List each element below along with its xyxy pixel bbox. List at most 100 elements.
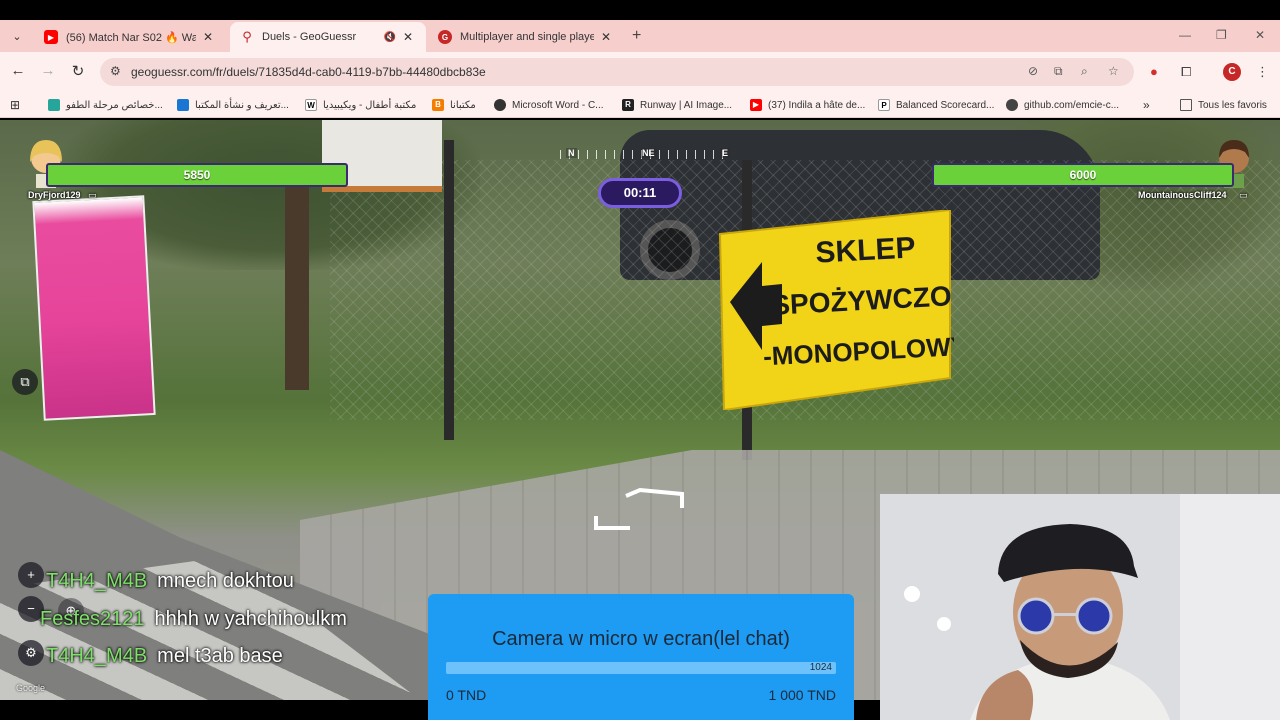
goal-progress-fill (446, 662, 836, 674)
tab-youtube[interactable]: ▶ (56) Match Nar S02 🔥 Walid E ✕ (34, 22, 226, 52)
bookmark-label: (37) Indila a hâte de... (768, 99, 866, 111)
install-app-icon[interactable]: ⧉ (1054, 64, 1063, 79)
back-arrow-icon[interactable]: ← (8, 62, 28, 82)
youtube-icon: ▶ (750, 99, 762, 111)
player-right-health-bar: 6000 (932, 163, 1234, 187)
runway-icon: R (622, 99, 634, 111)
chat-username: Fesfes2121 (40, 607, 145, 630)
goal-min-label: 0 TND (446, 687, 487, 703)
bookmark-item[interactable]: تعريف و نشأة المكتبا... (177, 97, 289, 113)
zoom-icon[interactable]: ⌕ (1081, 64, 1088, 79)
us-flag-icon: ▭ (88, 190, 97, 200)
doc-icon (177, 99, 189, 111)
chat-text: mnech dokhtou (157, 569, 294, 592)
chat-text: mel t3ab base (157, 644, 283, 667)
globe-icon (494, 99, 506, 111)
site-logo-icon: G (438, 30, 452, 44)
chat-message: Fesfes2121 hhhh w yahchihoulkm (40, 604, 347, 634)
bookmark-item[interactable]: ▶ (37) Indila a hâte de... (750, 97, 865, 113)
bookmark-star-icon[interactable]: ☆ (1108, 64, 1119, 78)
menu-kebab-icon[interactable]: ⋮ (1256, 64, 1269, 80)
address-bar-row: ← → ↻ ⚙ geoguessr.com/fr/duels/71835d4d-… (0, 52, 1280, 92)
bookmark-item[interactable]: Microsoft Word - C... (494, 97, 604, 113)
chat-username: T4H4_M4B (46, 569, 148, 592)
camera-blocked-icon[interactable]: ⊘ (1028, 64, 1038, 78)
close-icon[interactable]: ✕ (400, 30, 416, 44)
bookmark-item[interactable]: W مكتبة أطفال - ويكيبيديا (305, 97, 416, 113)
p-icon: P (878, 99, 890, 111)
forward-arrow-icon[interactable]: → (38, 62, 58, 82)
extensions-puzzle-icon[interactable]: ⧠ (1181, 64, 1191, 80)
tree-trunk (285, 180, 309, 390)
minimize-icon[interactable]: — (1179, 28, 1191, 42)
player-right-name: MountainousCliff124 (1138, 190, 1227, 200)
bookmark-item[interactable]: github.com/emcie-c... (1006, 97, 1119, 113)
sign-line-1: SKLEP (815, 231, 917, 269)
circus-poster (32, 195, 156, 421)
us-flag-icon: ▭ (1239, 190, 1248, 200)
url-text[interactable]: geoguessr.com/fr/duels/71835d4d-cab0-411… (131, 65, 486, 79)
tab-search-chevron-icon[interactable]: ⌄ (7, 26, 27, 46)
more-bookmarks-chevron-icon[interactable]: » (1143, 97, 1150, 113)
fence-post (444, 140, 454, 440)
site-info-icon[interactable]: ⚙ (110, 64, 121, 78)
bookmark-label: Microsoft Word - C... (512, 99, 604, 111)
tab-title: (56) Match Nar S02 🔥 Walid E (66, 31, 196, 44)
compass-northeast: NE (640, 148, 657, 158)
omnibox[interactable]: ⚙ geoguessr.com/fr/duels/71835d4d-cab0-4… (100, 58, 1134, 86)
opera-extension-icon[interactable]: ● (1150, 64, 1158, 79)
chat-username: T4H4_M4B (46, 644, 148, 667)
tab-multiplayer[interactable]: G Multiplayer and single player c ✕ (428, 22, 624, 52)
mute-icon[interactable]: 🔇 (384, 32, 396, 43)
player-left-name: DryFjord129 (28, 190, 81, 200)
github-icon (1006, 99, 1018, 111)
bookmark-label: مكتبانا (450, 99, 476, 111)
restore-icon[interactable]: ❐ (1216, 28, 1227, 42)
bookmark-item[interactable]: P Balanced Scorecard... (878, 97, 994, 113)
blogger-icon: B (432, 99, 444, 111)
bookmark-item[interactable]: R Runway | AI Image... (622, 97, 732, 113)
shop-sign-banner: SKLEP SPOŻYWCZO -MONOPOLOWY (718, 210, 954, 410)
tab-title: Duels - GeoGuessr (262, 31, 357, 43)
google-logo: Google (16, 683, 46, 693)
goal-current-amount: 1024 (809, 662, 832, 673)
youtube-icon: ▶ (44, 30, 58, 44)
compass-north: N (566, 148, 577, 158)
zoom-in-icon[interactable]: + (18, 562, 44, 588)
bookmark-label: Runway | AI Image... (640, 99, 733, 111)
move-arrow-icon[interactable] (590, 488, 690, 532)
location-pin-icon: ⚲ (242, 29, 252, 44)
tab-strip: ⌄ ▶ (56) Match Nar S02 🔥 Walid E ✕ ⚲ Due… (0, 20, 1280, 52)
close-icon[interactable]: ✕ (200, 30, 216, 44)
top-black-strip (0, 0, 1280, 20)
new-tab-plus-icon[interactable]: + (632, 27, 641, 45)
apps-grid-icon[interactable]: ⊞ (10, 97, 20, 113)
webcam-overlay (880, 494, 1280, 720)
donation-goal-widget: Camera w micro w ecran(lel chat) 1024 0 … (428, 594, 854, 720)
tab-geoguessr[interactable]: ⚲ Duels - GeoGuessr 🔇 ✕ (230, 22, 426, 52)
bookmark-item[interactable]: خصائص مرحلة الطفو... (48, 97, 163, 113)
chat-message: T4H4_M4B mnech dokhtou (46, 566, 294, 596)
bookmark-label: تعريف و نشأة المكتبا... (195, 99, 289, 111)
webcam-person-image (880, 494, 1280, 720)
profile-avatar[interactable]: C (1223, 63, 1241, 81)
folder-icon (1180, 99, 1192, 111)
tab-title: Multiplayer and single player c (460, 31, 594, 43)
close-window-icon[interactable]: ✕ (1255, 28, 1265, 42)
bookmarks-bar: ⊞ خصائص مرحلة الطفو... تعريف و نشأة المك… (0, 92, 1280, 118)
compass-strip: N NE E (560, 146, 731, 162)
bookmark-label: مكتبة أطفال - ويكيبيديا (323, 99, 417, 111)
goal-progress-track: 1024 (446, 662, 836, 674)
settings-gear-icon[interactable]: ⚙ (18, 640, 44, 666)
close-icon[interactable]: ✕ (598, 30, 614, 44)
goal-title: Camera w micro w ecran(lel chat) (492, 628, 790, 650)
chat-text: hhhh w yahchihoulkm (154, 607, 347, 630)
all-bookmarks-label: Tous les favoris (1198, 99, 1267, 111)
goal-max-label: 1 000 TND (768, 687, 836, 703)
map-layers-icon[interactable]: ⧉ (12, 369, 38, 395)
reload-icon[interactable]: ↻ (68, 62, 88, 82)
bookmark-label: Balanced Scorecard... (896, 99, 995, 111)
bookmark-item[interactable]: B مكتبانا (432, 97, 476, 113)
all-bookmarks-folder[interactable]: Tous les favoris (1180, 97, 1267, 113)
bookmark-label: خصائص مرحلة الطفو... (66, 99, 163, 111)
